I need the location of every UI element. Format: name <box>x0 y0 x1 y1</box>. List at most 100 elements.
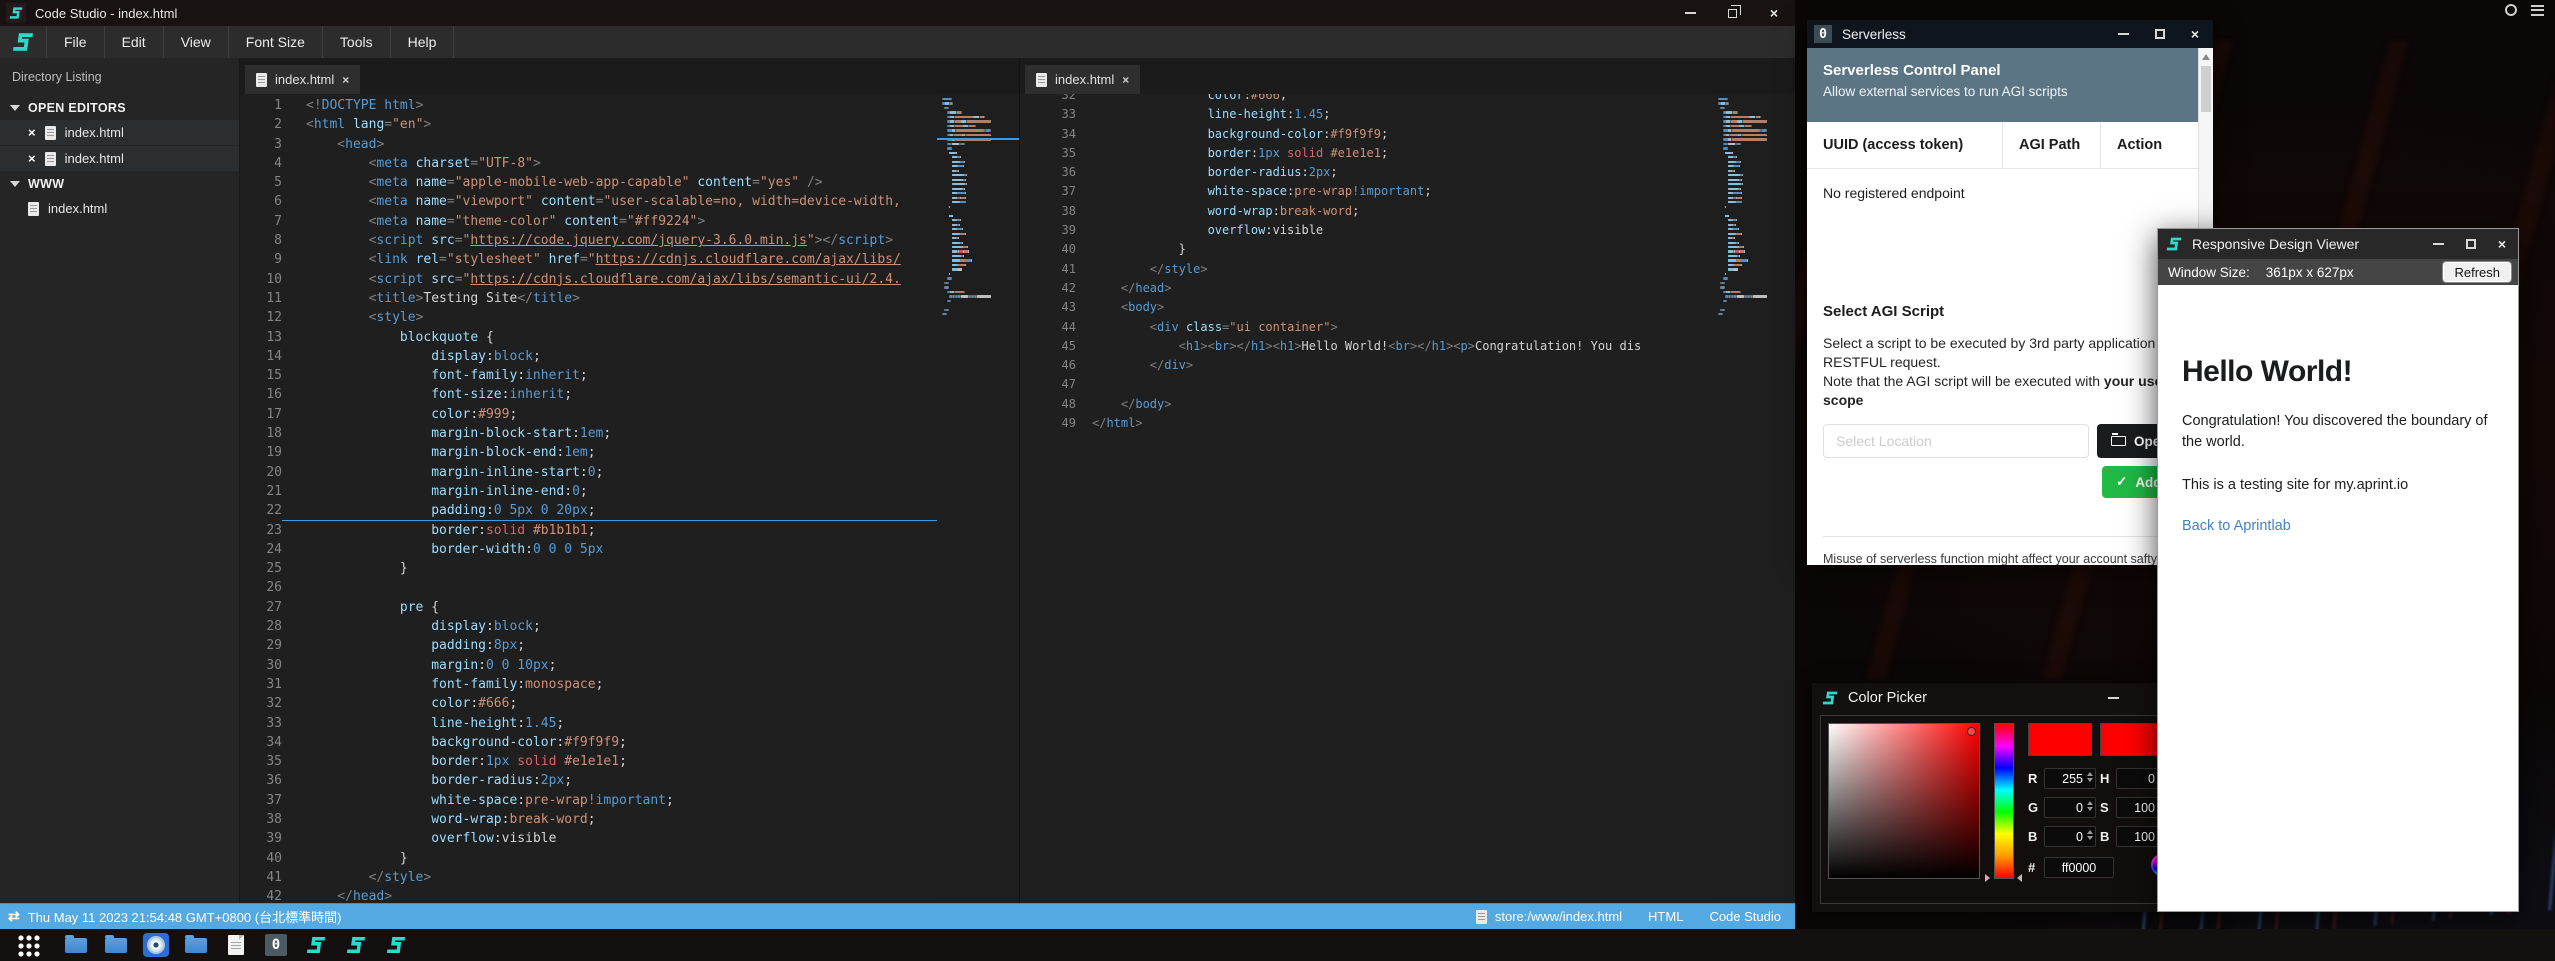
taskbar-icon-disc[interactable] <box>136 933 176 957</box>
minimize-button[interactable] <box>1669 0 1711 26</box>
code-line[interactable]: 19margin-block-end:1em; <box>240 443 937 462</box>
code-editor-1[interactable]: 1<!DOCTYPE html>2<html lang="en">3<head>… <box>240 94 937 903</box>
color-picker-title-bar[interactable]: Color Picker <box>1812 683 2215 713</box>
taskbar-icon-app-grid[interactable] <box>0 934 56 957</box>
code-line[interactable]: 36border-radius:2px; <box>240 771 937 790</box>
minimize-button[interactable] <box>2433 243 2444 245</box>
code-line[interactable]: 23border:solid #b1b1b1; <box>240 521 937 540</box>
field-value-input[interactable]: 255 <box>2044 768 2096 789</box>
menu-item-edit[interactable]: Edit <box>104 26 163 58</box>
code-line[interactable]: 33line-height:1.45; <box>240 714 937 733</box>
code-line[interactable]: 8<script src="https://code.jquery.com/jq… <box>240 231 937 250</box>
code-line[interactable]: 12<style> <box>240 308 937 327</box>
close-icon[interactable]: × <box>28 126 36 139</box>
saturation-cursor[interactable] <box>1967 727 1976 736</box>
minimap-2[interactable] <box>1713 94 1795 903</box>
code-line[interactable]: 3<head> <box>240 135 937 154</box>
code-line[interactable]: 20margin-inline-start:0; <box>240 463 937 482</box>
code-line[interactable]: 9<link rel="stylesheet" href="https://cd… <box>240 250 937 269</box>
menu-item-font-size[interactable]: Font Size <box>228 26 322 58</box>
tab-index-html-1[interactable]: index.html × <box>245 65 360 94</box>
code-line[interactable]: 2<html lang="en"> <box>240 115 937 134</box>
field-value-input[interactable]: 0 <box>2044 826 2096 847</box>
code-line[interactable]: 37white-space:pre-wrap!important; <box>240 791 937 810</box>
minimap-1[interactable] <box>937 94 1019 903</box>
script-location-input[interactable] <box>1823 424 2089 458</box>
code-line[interactable]: 22padding:0 5px 0 20px; <box>240 501 937 520</box>
taskbar-icon-code-studio[interactable] <box>296 935 336 955</box>
code-line[interactable]: 28display:block; <box>240 617 937 636</box>
code-line[interactable]: 33line-height:1.45; <box>1020 105 1713 124</box>
taskbar-icon-code-studio[interactable] <box>336 935 376 955</box>
code-line[interactable]: 32color:#666; <box>240 694 937 713</box>
taskbar-icon-document[interactable] <box>216 935 256 955</box>
code-line[interactable]: 4<meta charset="UTF-8"> <box>240 154 937 173</box>
hex-value-field[interactable]: ff0000 <box>2044 857 2114 878</box>
code-line[interactable]: 43<body> <box>1020 298 1713 317</box>
code-line[interactable]: 24border-width:0 0 0 5px <box>240 540 937 559</box>
code-line[interactable]: 25} <box>240 559 937 578</box>
taskbar-icon-folder[interactable] <box>56 938 96 953</box>
restore-button[interactable] <box>1711 0 1753 26</box>
code-line[interactable]: 46</div> <box>1020 356 1713 375</box>
code-line[interactable]: 16font-size:inherit; <box>240 385 937 404</box>
status-file-path[interactable]: store:/www/index.html <box>1495 909 1622 924</box>
code-line[interactable]: 17color:#999; <box>240 405 937 424</box>
code-line[interactable]: 6<meta name="viewport" content="user-sca… <box>240 192 937 211</box>
code-line[interactable]: 32color:#666; <box>1020 94 1713 105</box>
code-line[interactable]: 40} <box>1020 240 1713 259</box>
stepper-icon[interactable] <box>2087 801 2093 811</box>
code-line[interactable]: 14display:block; <box>240 347 937 366</box>
minimize-button[interactable] <box>2108 697 2119 699</box>
stepper-icon[interactable] <box>2087 772 2093 782</box>
code-line[interactable]: 10<script src="https://cdnjs.cloudflare.… <box>240 270 937 289</box>
hue-slider[interactable] <box>1994 723 2014 879</box>
code-line[interactable]: 5<meta name="apple-mobile-web-app-capabl… <box>240 173 937 192</box>
code-line[interactable]: 11<title>Testing Site</title> <box>240 289 937 308</box>
sidebar-section-www[interactable]: WWW <box>0 172 239 196</box>
minimize-button[interactable] <box>2118 33 2129 35</box>
scrollbar-thumb[interactable] <box>2201 66 2211 112</box>
close-button[interactable]: × <box>1753 0 1795 26</box>
refresh-button[interactable]: Refresh <box>2443 262 2511 282</box>
code-line[interactable]: 7<meta name="theme-color" content="#ff92… <box>240 212 937 231</box>
title-bar[interactable]: Code Studio - index.html × <box>0 0 1795 26</box>
menu-item-tools[interactable]: Tools <box>322 26 390 58</box>
code-line[interactable]: 18margin-block-start:1em; <box>240 424 937 443</box>
serverless-title-bar[interactable]: 0 Serverless × <box>1807 20 2213 48</box>
rdv-title-bar[interactable]: Responsive Design Viewer × <box>2158 229 2518 259</box>
code-line[interactable]: 41</style> <box>1020 260 1713 279</box>
code-line[interactable]: 37white-space:pre-wrap!important; <box>1020 182 1713 201</box>
code-line[interactable]: 1<!DOCTYPE html> <box>240 96 937 115</box>
code-line[interactable]: 35border:1px solid #e1e1e1; <box>1020 144 1713 163</box>
maximize-button[interactable] <box>2466 239 2476 249</box>
code-line[interactable]: 38word-wrap:break-word; <box>240 810 937 829</box>
menu-item-help[interactable]: Help <box>390 26 455 58</box>
field-value-input[interactable]: 0 <box>2044 797 2096 818</box>
status-language[interactable]: HTML <box>1648 909 1683 924</box>
code-line[interactable]: 38word-wrap:break-word; <box>1020 202 1713 221</box>
menu-icon[interactable] <box>2531 5 2544 16</box>
maximize-button[interactable] <box>2155 29 2165 39</box>
code-line[interactable]: 29padding:8px; <box>240 636 937 655</box>
taskbar-icon-serverless[interactable]: 0 <box>256 934 296 956</box>
saturation-square[interactable] <box>1828 723 1980 879</box>
code-line[interactable]: 13blockquote { <box>240 328 937 347</box>
menu-item-view[interactable]: View <box>163 26 228 58</box>
refresh-icon[interactable] <box>2505 4 2517 16</box>
code-line[interactable]: 21margin-inline-end:0; <box>240 482 937 501</box>
code-line[interactable]: 41</style> <box>240 868 937 887</box>
sidebar-item-index.html[interactable]: index.html <box>0 196 239 221</box>
sidebar-section-open-editors[interactable]: OPEN EDITORS <box>0 96 239 120</box>
code-line[interactable]: 35border:1px solid #e1e1e1; <box>240 752 937 771</box>
menu-item-file[interactable]: File <box>46 26 104 58</box>
code-line[interactable]: 15font-family:inherit; <box>240 366 937 385</box>
code-line[interactable]: 34background-color:#f9f9f9; <box>1020 125 1713 144</box>
tab-index-html-2[interactable]: index.html × <box>1025 65 1140 94</box>
taskbar-icon-folder[interactable] <box>96 938 136 953</box>
code-line[interactable]: 30margin:0 0 10px; <box>240 656 937 675</box>
code-line[interactable]: 48</body> <box>1020 395 1713 414</box>
code-line[interactable]: 26 <box>240 578 937 597</box>
tab-close-icon[interactable]: × <box>342 73 349 87</box>
code-line[interactable]: 44<div class="ui container"> <box>1020 318 1713 337</box>
